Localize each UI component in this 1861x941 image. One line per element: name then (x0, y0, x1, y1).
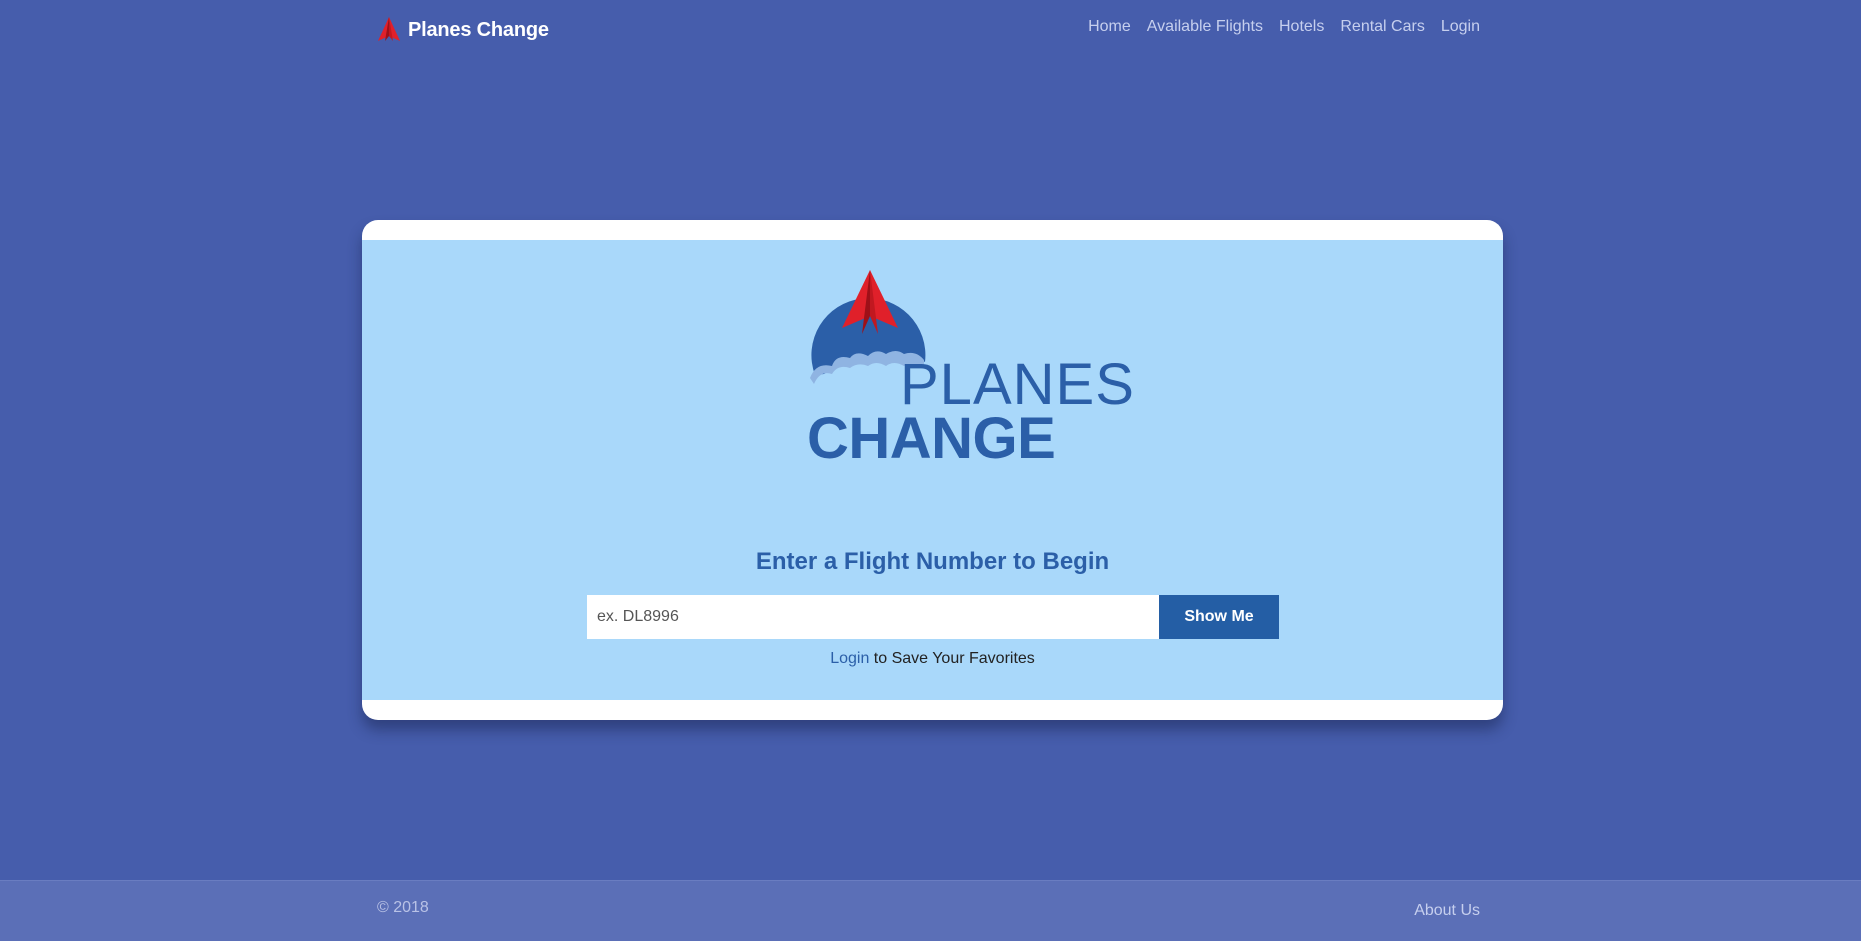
planes-change-logo: PLANES CHANGE (802, 270, 1134, 471)
logo-text-change: CHANGE (807, 406, 1056, 471)
paper-plane-icon (378, 17, 400, 41)
nav-hotels[interactable]: Hotels (1279, 18, 1324, 36)
login-prompt-text: to Save Your Favorites (869, 650, 1035, 667)
top-navbar: Planes Change Home Available Flights Hot… (0, 0, 1861, 60)
copyright-text: © 2018 (377, 899, 429, 916)
nav-login[interactable]: Login (1441, 18, 1480, 36)
brand-name: Planes Change (408, 18, 549, 41)
page-title: Enter a Flight Number to Begin (755, 548, 1110, 575)
hero-card: PLANES CHANGE Enter a Flight Number to B… (362, 220, 1503, 720)
footer: © 2018 About Us (0, 880, 1861, 941)
hero-card-body: PLANES CHANGE Enter a Flight Number to B… (362, 240, 1503, 700)
nav-rental-cars[interactable]: Rental Cars (1340, 18, 1424, 36)
login-link[interactable]: Login (830, 650, 869, 667)
about-us-link[interactable]: About Us (1414, 902, 1480, 920)
brand-link[interactable]: Planes Change (378, 14, 549, 46)
login-prompt: Login to Save Your Favorites (362, 650, 1503, 668)
flight-search-form: Show Me (587, 595, 1279, 639)
nav-links: Home Available Flights Hotels Rental Car… (1088, 18, 1480, 36)
flight-number-input[interactable] (587, 595, 1159, 639)
nav-available-flights[interactable]: Available Flights (1147, 18, 1263, 36)
show-me-button[interactable]: Show Me (1159, 595, 1279, 639)
nav-home[interactable]: Home (1088, 18, 1131, 36)
